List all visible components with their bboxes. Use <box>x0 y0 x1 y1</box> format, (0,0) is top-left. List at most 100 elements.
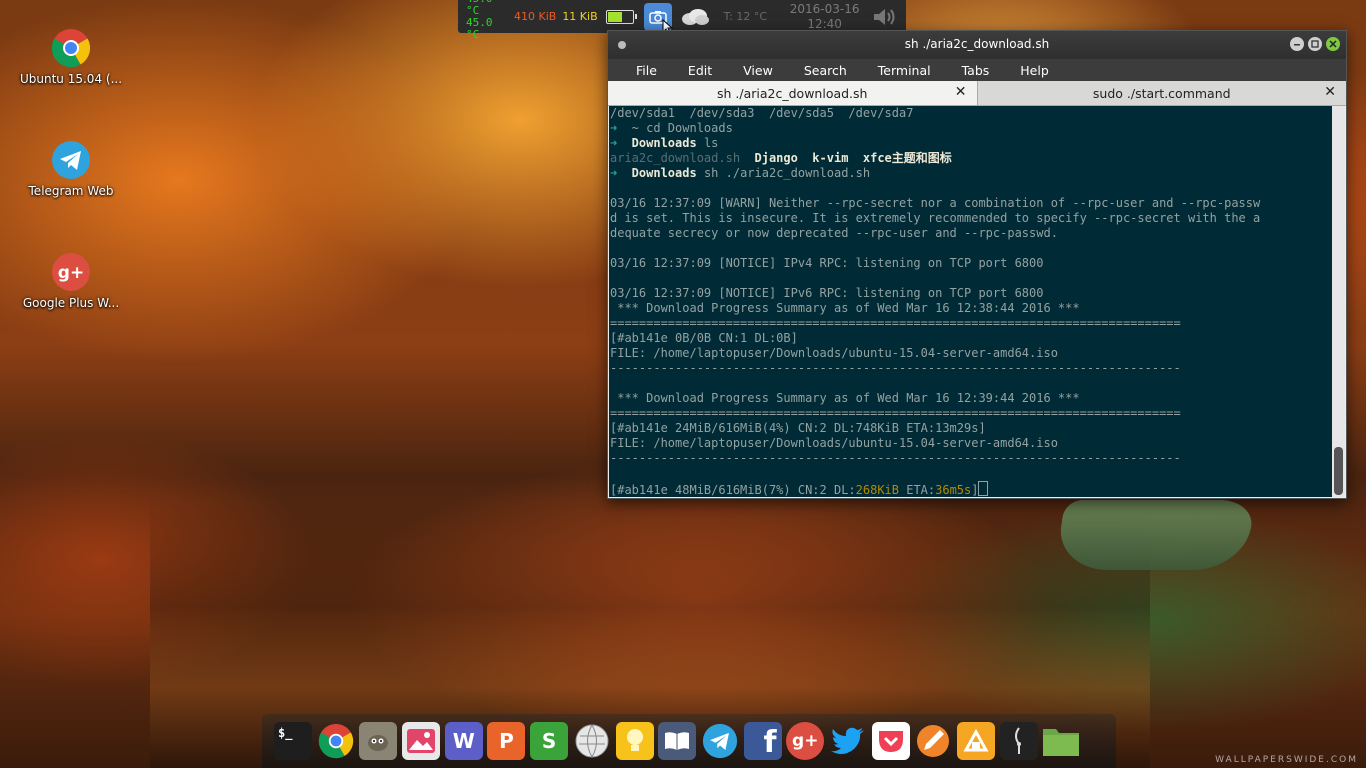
minimize-button[interactable] <box>1290 37 1304 51</box>
google-plus-icon: g+ <box>52 253 90 291</box>
dock-telegram[interactable] <box>701 722 739 760</box>
temperature-monitor[interactable]: 45.0 °C 45.0 °C <box>466 0 512 41</box>
gpu-temp: 45.0 °C <box>466 15 493 41</box>
tab-close-icon[interactable]: ✕ <box>955 84 967 100</box>
chrome-icon <box>318 723 353 759</box>
book-icon <box>665 732 690 750</box>
dock-book-reader[interactable] <box>658 722 697 760</box>
dock-wps-spreadsheet[interactable]: S <box>530 722 569 760</box>
dock-google-plus[interactable]: g+ <box>786 722 825 760</box>
menu-help[interactable]: Help <box>1010 63 1059 78</box>
terminal-window[interactable]: sh ./aria2c_download.sh File Edit View S… <box>607 30 1347 499</box>
output-line: [#ab141e 0B/0B CN:1 DL:0B] <box>610 331 798 345</box>
dock: $_ W P S f g+ <box>262 714 1116 768</box>
battery-icon[interactable] <box>605 9 637 24</box>
dock-inkscape-pen[interactable] <box>999 722 1038 760</box>
dock-chrome[interactable] <box>317 722 355 760</box>
output-line: *** Download Progress Summary as of Wed … <box>610 391 1080 405</box>
command-text: ~ cd Downloads <box>617 121 733 135</box>
screenshot-button[interactable] <box>643 2 673 35</box>
wallpaper-watermark: WALLPAPERSWIDE.COM <box>1215 755 1358 765</box>
dock-twitter[interactable] <box>829 722 867 760</box>
net-download-speed[interactable]: 410 KiB <box>514 10 556 23</box>
output-line: ➜ ~ cd Downloads <box>610 121 1332 136</box>
terminal-output[interactable]: /dev/sda1 /dev/sda3 /dev/sda5 /dev/sda7 … <box>609 106 1332 497</box>
speaker-icon <box>873 8 895 25</box>
dock-wps-writer[interactable]: W <box>444 722 483 760</box>
tab-start-command[interactable]: sudo ./start.command ✕ <box>976 81 1347 105</box>
dock-lightbulb[interactable] <box>615 722 654 760</box>
tab-bar: sh ./aria2c_download.sh ✕ sudo ./start.c… <box>608 81 1346 106</box>
package-icon <box>963 728 989 752</box>
menubar: File Edit View Search Terminal Tabs Help <box>608 59 1346 81</box>
lightbulb-icon <box>626 729 643 751</box>
dock-wps-presentation[interactable]: P <box>487 722 526 760</box>
google-plus-icon: g+ <box>792 731 819 751</box>
terminal-scrollbar[interactable] <box>1332 106 1345 497</box>
output-line: [#ab141e 24MiB/616MiB(4%) CN:2 DL:748KiB… <box>610 421 986 435</box>
desktop-icon-label: Google Plus W... <box>22 296 120 310</box>
command-text: ls <box>696 136 719 150</box>
minimize-icon <box>1294 44 1300 46</box>
menu-file[interactable]: File <box>626 63 667 78</box>
prompt-dir: Downloads <box>617 166 697 180</box>
dock-gimp[interactable] <box>359 722 398 760</box>
progress-speed: 268KiB <box>855 483 899 497</box>
volume-button[interactable] <box>872 6 902 28</box>
command-text: sh ./aria2c_download.sh <box>696 166 871 180</box>
separator-line: ========================================… <box>610 406 1181 420</box>
svg-text:g+: g+ <box>58 263 84 283</box>
chrome-icon <box>51 29 91 68</box>
desktop-icon-label: Ubuntu 15.04 (... <box>19 72 123 86</box>
output-line: 03/16 12:37:09 [NOTICE] IPv6 RPC: listen… <box>610 286 1044 300</box>
weather-applet[interactable] <box>680 8 712 26</box>
dock-wikipedia[interactable] <box>573 722 611 760</box>
close-button[interactable] <box>1326 37 1340 51</box>
progress-line: [#ab141e 48MiB/616MiB(7%) CN:2 DL:268KiB… <box>610 481 1332 497</box>
window-titlebar[interactable]: sh ./aria2c_download.sh <box>608 31 1346 59</box>
cpu-temp: 45.0 °C <box>466 0 493 17</box>
dock-facebook[interactable]: f <box>743 722 782 760</box>
output-line: FILE: /home/laptopuser/Downloads/ubuntu-… <box>610 346 1058 360</box>
menu-terminal[interactable]: Terminal <box>868 63 941 78</box>
tab-aria2c[interactable]: sh ./aria2c_download.sh ✕ <box>608 81 977 105</box>
menu-view[interactable]: View <box>733 63 783 78</box>
clock[interactable]: 2016-03-16 12:40 <box>784 2 866 32</box>
wps-writer-icon: W <box>452 729 475 753</box>
telegram-icon <box>52 141 90 179</box>
wikipedia-globe-icon <box>575 724 609 758</box>
menu-tabs[interactable]: Tabs <box>952 63 1000 78</box>
pen-tool-icon <box>1014 727 1021 754</box>
dock-files[interactable] <box>1042 722 1080 760</box>
tab-close-icon[interactable]: ✕ <box>1324 84 1336 100</box>
menu-search[interactable]: Search <box>794 63 857 78</box>
menu-edit[interactable]: Edit <box>678 63 722 78</box>
dock-image-viewer[interactable] <box>402 722 441 760</box>
dock-pocket[interactable] <box>871 722 910 760</box>
dock-terminal[interactable]: $_ <box>274 722 312 760</box>
ls-dirs: Django k-vim xfce主题和图标 <box>740 151 952 165</box>
close-icon <box>1329 40 1337 48</box>
maximize-icon <box>1311 40 1319 48</box>
separator-line: ----------------------------------------… <box>610 361 1181 375</box>
twitter-bird-icon <box>830 727 864 755</box>
pocket-icon <box>878 731 903 752</box>
battery-level-fill <box>607 11 622 22</box>
progress-eta: 36m5s <box>935 483 972 497</box>
desktop-icon-label: Telegram Web <box>28 184 114 198</box>
dock-sublime[interactable] <box>957 722 995 760</box>
gimp-icon <box>368 735 389 751</box>
weather-temp: T: 12 °C <box>723 10 768 23</box>
dock-pencil-app[interactable] <box>914 722 952 760</box>
wps-spreadsheet-icon: S <box>541 729 557 753</box>
desktop-icon-telegram[interactable]: Telegram Web <box>16 140 126 198</box>
desktop-icon-ubuntu[interactable]: Ubuntu 15.04 (... <box>16 28 126 86</box>
ls-file: aria2c_download.sh <box>610 151 741 165</box>
maximize-button[interactable] <box>1308 37 1322 51</box>
progress-text: [#ab141e 48MiB/616MiB(7%) CN:2 DL: <box>610 483 856 497</box>
desktop-icon-googleplus[interactable]: g+ Google Plus W... <box>16 252 126 310</box>
scrollbar-thumb[interactable] <box>1334 447 1343 495</box>
net-upload-speed[interactable]: 11 KiB <box>562 10 597 23</box>
progress-text: ] <box>971 483 979 497</box>
